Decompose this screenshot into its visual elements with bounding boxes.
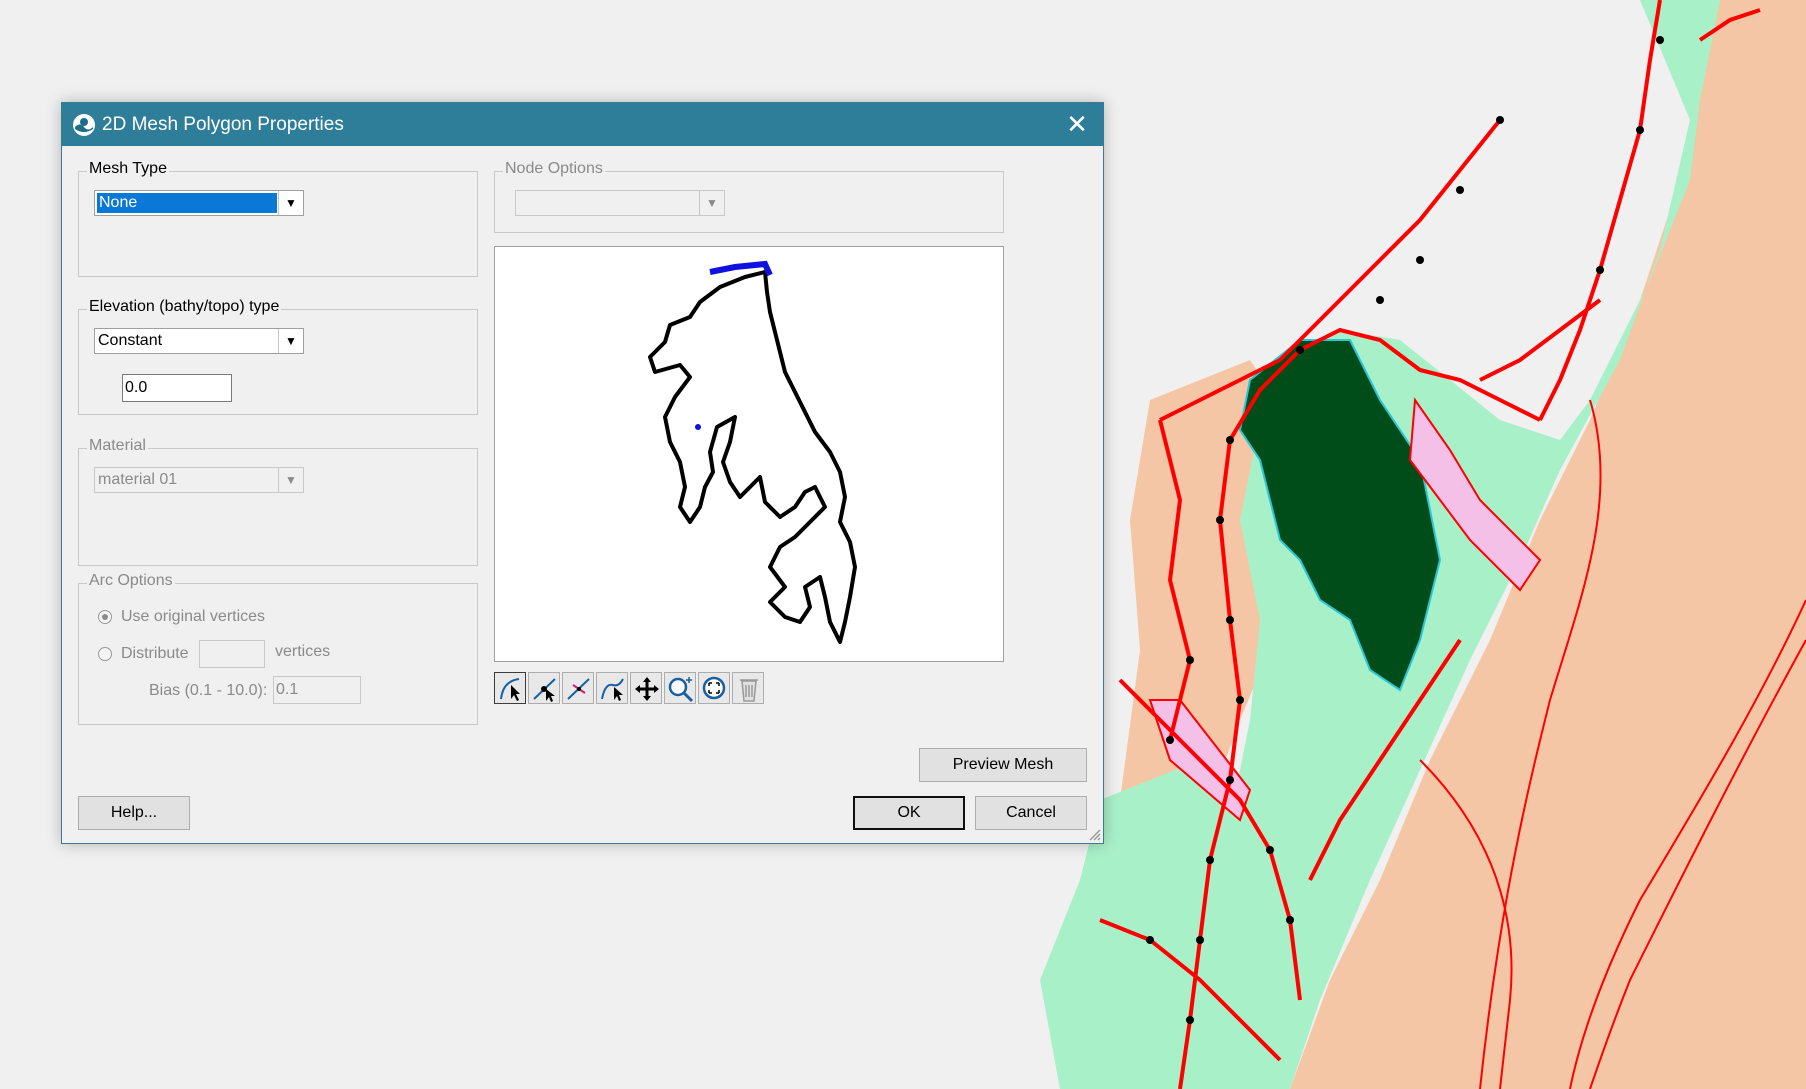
mesh-type-value: None — [97, 193, 277, 213]
mesh-polygon-properties-dialog: 2D Mesh Polygon Properties ✕ Mesh Type N… — [61, 102, 1104, 844]
dialog-titlebar[interactable]: 2D Mesh Polygon Properties ✕ — [62, 103, 1103, 146]
bias-input[interactable]: 0.1 — [273, 676, 361, 704]
elevation-type-select[interactable]: Constant ▼ — [94, 328, 304, 354]
material-label: Material — [87, 437, 148, 455]
mesh-type-label: Mesh Type — [87, 160, 169, 178]
chevron-down-icon[interactable]: ▼ — [278, 329, 303, 353]
distribute-label: Distribute — [121, 645, 189, 662]
node-options-label: Node Options — [503, 160, 605, 178]
cancel-button[interactable]: Cancel — [975, 796, 1087, 830]
material-group: Material material 01 ▼ — [78, 437, 478, 566]
frame-icon[interactable] — [698, 672, 730, 704]
chevron-down-icon[interactable]: ▼ — [278, 191, 303, 215]
polygon-outline — [648, 260, 857, 644]
chevron-down-icon[interactable]: ▼ — [278, 468, 303, 492]
resize-grip-icon[interactable] — [1087, 827, 1101, 841]
distribute-vertices-input[interactable] — [199, 640, 265, 668]
arc-options-group: Arc Options Use original vertices Distri… — [78, 572, 478, 725]
help-button[interactable]: Help... — [78, 796, 190, 830]
delete-icon[interactable] — [732, 672, 764, 704]
distribute-radio[interactable] — [98, 647, 112, 661]
use-original-vertices-label: Use original vertices — [121, 608, 266, 625]
dialog-title: 2D Mesh Polygon Properties — [102, 114, 344, 135]
node-options-select[interactable]: ▼ — [515, 190, 725, 216]
mesh-type-group: Mesh Type None ▼ — [78, 160, 478, 277]
redistribute-icon[interactable] — [596, 672, 628, 704]
elevation-type-value: Constant — [98, 332, 163, 349]
node-options-group: Node Options ▼ — [494, 160, 1004, 233]
material-value: material 01 — [98, 471, 178, 488]
pan-icon[interactable] — [630, 672, 662, 704]
close-icon[interactable]: ✕ — [1051, 103, 1103, 146]
elevation-constant-input[interactable]: 0.0 — [122, 374, 232, 402]
split-arc-icon[interactable] — [562, 672, 594, 704]
zoom-icon[interactable] — [664, 672, 696, 704]
polygon-preview-canvas[interactable] — [494, 246, 1004, 662]
material-select[interactable]: material 01 ▼ — [94, 467, 304, 493]
use-original-vertices-radio[interactable] — [98, 610, 112, 624]
mesh-type-select[interactable]: None ▼ — [94, 190, 304, 216]
bias-label: Bias (0.1 - 10.0): — [149, 682, 268, 699]
elevation-label: Elevation (bathy/topo) type — [87, 298, 282, 316]
ok-button[interactable]: OK — [853, 796, 965, 830]
chevron-down-icon[interactable]: ▼ — [699, 191, 724, 215]
app-logo-icon — [73, 114, 95, 136]
select-vertex-icon[interactable] — [528, 672, 560, 704]
elevation-group: Elevation (bathy/topo) type Constant ▼ 0… — [78, 298, 478, 415]
vertices-suffix-label: vertices — [275, 643, 331, 660]
select-arc-icon[interactable] — [494, 672, 526, 704]
preview-mesh-button[interactable]: Preview Mesh — [919, 748, 1087, 782]
arc-options-label: Arc Options — [87, 572, 175, 590]
